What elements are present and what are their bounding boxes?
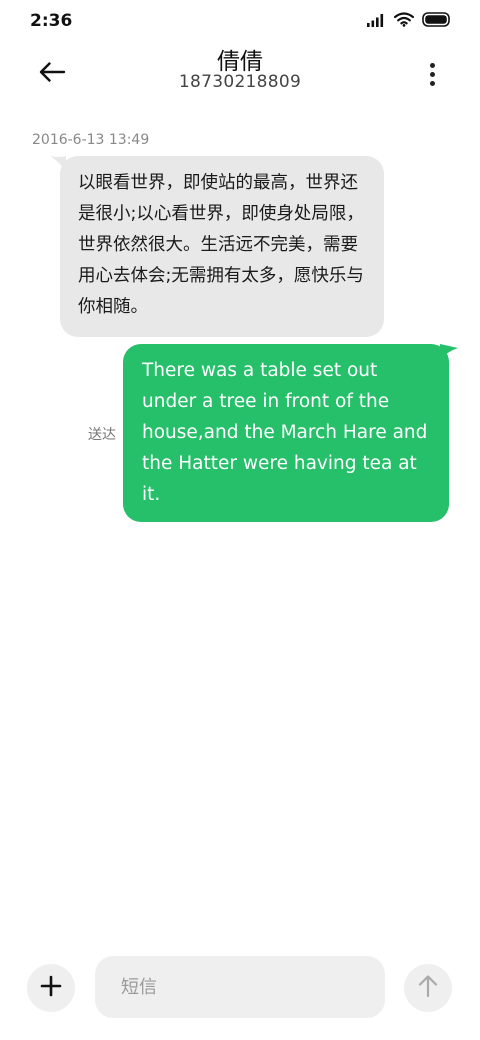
message-timestamp: 2016-6-13 13:49 <box>32 132 150 148</box>
message-input[interactable] <box>95 956 385 1018</box>
outgoing-message-bubble[interactable]: There was a table set out under a tree i… <box>123 344 449 522</box>
wifi-icon <box>394 12 414 27</box>
arrow-up-icon <box>417 974 439 1002</box>
message-composer <box>0 950 480 1030</box>
incoming-message-bubble[interactable]: 以眼看世界，即使站的最高，世界还是很小;以心看世界，即使身处局限，世界依然很大。… <box>60 156 384 337</box>
more-options-button[interactable] <box>420 56 444 92</box>
more-vertical-icon-dot <box>429 80 435 86</box>
status-time: 2:36 <box>30 11 73 31</box>
more-vertical-icon-dot <box>429 62 435 68</box>
conversation-header: 倩倩 18730218809 <box>0 44 480 108</box>
add-attachment-button[interactable] <box>27 964 75 1012</box>
more-vertical-icon-dot <box>429 71 435 77</box>
signal-icon <box>366 13 386 27</box>
status-bar: 2:36 <box>0 0 480 44</box>
contact-name: 倩倩 <box>217 49 263 75</box>
delivery-status: 送达 <box>88 427 116 443</box>
send-button[interactable] <box>404 964 452 1012</box>
battery-icon <box>422 12 452 27</box>
status-icons <box>366 12 452 27</box>
plus-icon <box>40 975 62 1001</box>
contact-number: 18730218809 <box>178 72 302 92</box>
